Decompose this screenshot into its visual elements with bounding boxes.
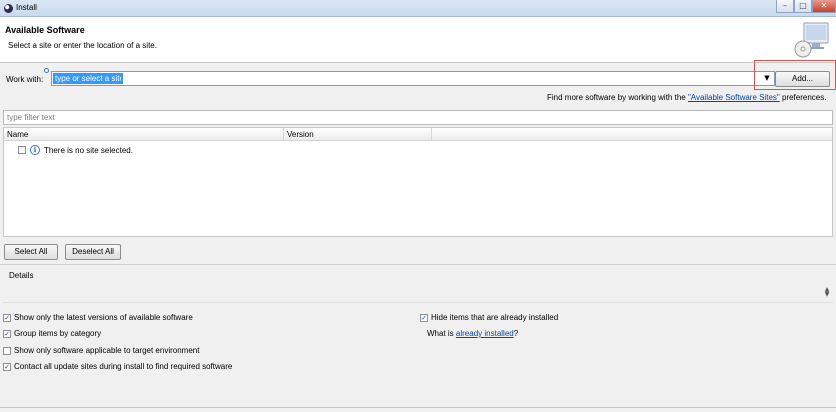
option-label: Show only the latest versions of availab… xyxy=(14,313,193,322)
bottom-divider xyxy=(0,407,836,408)
find-more-text: Find more software by working with the "… xyxy=(547,93,826,102)
eclipse-icon xyxy=(4,4,13,13)
filter-input[interactable] xyxy=(3,110,833,125)
checkbox-contact-sites[interactable]: ✓ xyxy=(3,362,11,371)
info-icon: i xyxy=(30,145,40,155)
deselect-all-button[interactable]: Deselect All xyxy=(65,244,121,260)
row-text: There is no site selected. xyxy=(44,145,133,155)
add-button[interactable]: Add... xyxy=(775,71,830,87)
site-input[interactable] xyxy=(53,73,123,84)
software-tree[interactable]: Name Version i There is no site selected… xyxy=(3,127,833,237)
option-target-environment[interactable]: Show only software applicable to target … xyxy=(3,345,199,356)
page-description: Select a site or enter the location of a… xyxy=(8,41,157,50)
site-combo[interactable]: ▼ xyxy=(51,71,775,86)
option-latest-versions[interactable]: ✓ Show only the latest versions of avail… xyxy=(3,312,193,323)
details-area xyxy=(3,284,833,303)
close-button[interactable]: ✕ xyxy=(812,0,836,13)
row-checkbox[interactable] xyxy=(18,146,26,154)
option-label: Hide items that are already installed xyxy=(431,313,559,322)
find-more-suffix: preferences. xyxy=(779,93,827,102)
what-is-installed-text: What is already installed? xyxy=(427,329,518,338)
select-all-button[interactable]: Select All xyxy=(4,244,58,260)
option-group-by-category[interactable]: ✓ Group items by category xyxy=(3,328,101,339)
content-assist-icon xyxy=(44,68,49,73)
column-header-name[interactable]: Name xyxy=(4,128,284,141)
chevron-down-icon[interactable]: ▼ xyxy=(760,72,774,85)
maximize-button[interactable]: □ xyxy=(794,0,812,13)
install-wizard-icon xyxy=(794,22,829,58)
option-label: Contact all update sites during install … xyxy=(14,362,233,371)
already-installed-link[interactable]: already installed xyxy=(456,329,514,338)
minimize-button[interactable]: – xyxy=(776,0,794,13)
details-label: Details xyxy=(9,271,34,280)
option-contact-sites[interactable]: ✓ Contact all update sites during instal… xyxy=(3,361,232,372)
find-more-prefix: Find more software by working with the xyxy=(547,93,688,102)
column-header-row: Name Version xyxy=(4,128,832,141)
what-is-suffix: ? xyxy=(513,329,519,338)
option-label: Group items by category xyxy=(14,329,102,338)
option-hide-installed[interactable]: ✓ Hide items that are already installed xyxy=(420,312,558,323)
column-header-version[interactable]: Version xyxy=(284,128,432,141)
table-row[interactable]: i There is no site selected. xyxy=(18,144,133,156)
details-scroll-icon[interactable]: ▲ ▼ xyxy=(823,287,831,298)
checkbox-target-environment[interactable] xyxy=(3,346,11,355)
divider xyxy=(0,264,836,265)
header-banner: Available Software Select a site or ente… xyxy=(0,17,836,63)
option-label: Show only software applicable to target … xyxy=(14,346,200,355)
checkbox-latest-versions[interactable]: ✓ xyxy=(3,313,11,322)
window-controls: – □ ✕ xyxy=(776,0,836,13)
checkbox-hide-installed[interactable]: ✓ xyxy=(420,313,428,322)
work-with-label: Work with: xyxy=(6,75,44,84)
page-title: Available Software xyxy=(5,25,85,35)
title-bar: Install – □ ✕ xyxy=(0,0,836,17)
window-title: Install xyxy=(16,3,37,12)
available-sites-link[interactable]: "Available Software Sites" xyxy=(688,93,780,102)
what-is-prefix: What is xyxy=(427,329,456,338)
checkbox-group-by-category[interactable]: ✓ xyxy=(3,329,11,338)
